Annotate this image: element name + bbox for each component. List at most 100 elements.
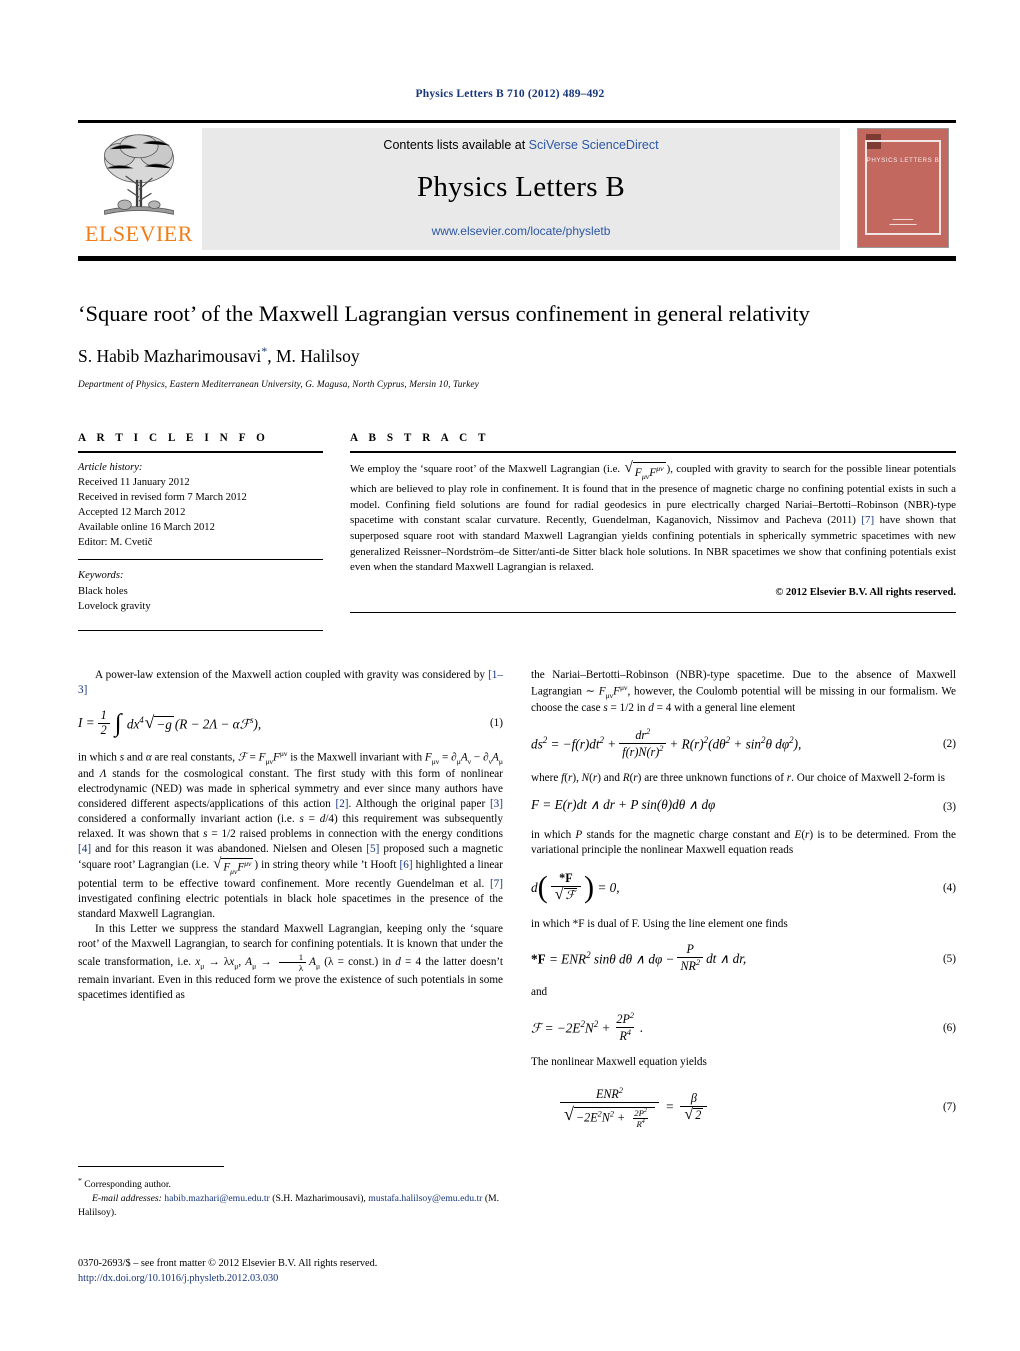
sciencedirect-link[interactable]: SciVerse ScienceDirect xyxy=(529,138,659,152)
equation-4-number: (4) xyxy=(942,881,956,894)
r2-seg-e: . Our choice of Maxwell 2-form is xyxy=(791,772,945,785)
equation-2-number: (2) xyxy=(942,737,956,750)
history-online: Available online 16 March 2012 xyxy=(78,522,215,534)
equation-3-number: (3) xyxy=(942,800,956,813)
paragraph-3: In this Letter we suppress the standard … xyxy=(78,923,504,1002)
history-received: Received 11 January 2012 xyxy=(78,477,190,489)
history-accepted: Accepted 12 March 2012 xyxy=(78,507,186,519)
masthead-top-rule xyxy=(78,120,956,123)
history-revised: Received in revised form 7 March 2012 xyxy=(78,492,247,504)
page-title: ‘Square root’ of the Maxwell Lagrangian … xyxy=(78,301,810,326)
journal-url-link[interactable]: www.elsevier.com/locate/physletb xyxy=(432,224,611,238)
p2-seg-b: and xyxy=(124,751,146,764)
info-rule-2 xyxy=(78,559,323,561)
body-column-right: the Nariai–Bertotti–Robinson (NBR)-type … xyxy=(531,668,956,1140)
equation-7: ENR2 √ −2E2N2 + 2P2 R4 = β √ 2 (7) xyxy=(531,1086,956,1129)
equation-1: I = 12 ∫ dx4 √ −g (R − 2Λ − αℱs), (1) xyxy=(78,707,503,737)
footnote-rule xyxy=(78,1166,224,1167)
contents-line: Contents lists available at SciVerse Sci… xyxy=(383,138,658,152)
paragraph-right-1: the Nariai–Bertotti–Robinson (NBR)-type … xyxy=(531,669,956,715)
doi-link[interactable]: http://dx.doi.org/10.1016/j.physletb.201… xyxy=(78,1271,578,1286)
cover-title: PHYSICS LETTERS B xyxy=(866,157,940,164)
p2-seg-e: and xyxy=(78,767,100,780)
equation-5: *F = ENR2 sinθ dθ ∧ dφ − P NR2 dt ∧ dr, (… xyxy=(531,942,956,974)
paragraph-right-6: The nonlinear Maxwell equation yields xyxy=(531,1056,707,1069)
equation-6: ℱ = −2E2N2 + 2P2 R4 . (6) xyxy=(531,1011,956,1044)
equation-7-number: (7) xyxy=(942,1101,956,1114)
p2-seg-g: . Although the original paper xyxy=(348,797,490,810)
r2-seg-a: where xyxy=(531,772,562,785)
elsevier-wordmark: ELSEVIER xyxy=(85,221,193,246)
email-addresses: E-mail addresses: habib.mazhari@emu.edu.… xyxy=(78,1192,503,1220)
r1-seg-c: in xyxy=(633,702,649,715)
equation-3: F = E(r)dt ∧ dr + P sin(θ)dθ ∧ dφ (3) xyxy=(531,796,956,813)
email-label: E-mail addresses: xyxy=(92,1193,162,1205)
history-label: Article history: xyxy=(78,462,143,473)
publisher-logo: ELSEVIER xyxy=(78,128,200,250)
imprint-line: 0370-2693/$ – see front matter © 2012 El… xyxy=(78,1258,378,1269)
paragraph-right-5: and xyxy=(531,986,548,999)
keywords-label: Keywords: xyxy=(78,570,124,582)
email-link-1[interactable]: habib.mazhari@emu.edu.tr xyxy=(164,1193,270,1204)
keyword-item: Lovelock gravity xyxy=(78,600,151,612)
abstract-rule-2 xyxy=(350,612,956,614)
email-link-2[interactable]: mustafa.halilsoy@emu.edu.tr xyxy=(368,1193,482,1204)
paragraph-intro: A power-law extension of the Maxwell act… xyxy=(78,668,503,698)
abstract-text: We employ the ‘square root’ of the Maxwe… xyxy=(350,460,956,576)
email-name-1: (S.H. Mazharimousavi), xyxy=(269,1193,366,1205)
paper-page: Physics Letters B 710 (2012) 489–492 ELS… xyxy=(0,0,1020,1351)
history-editor: Editor: M. Cvetič xyxy=(78,537,153,549)
article-info-heading: A R T I C L E I N F O xyxy=(78,432,269,444)
p2-seg-k: and for this reason it was abandoned. Ni… xyxy=(91,842,367,855)
ref-7[interactable]: [7] xyxy=(490,878,503,890)
affiliation: Department of Physics, Eastern Mediterra… xyxy=(78,379,479,390)
ref-4[interactable]: [4] xyxy=(78,843,91,855)
ref-6[interactable]: [6] xyxy=(400,859,413,871)
equation-6-number: (6) xyxy=(942,1021,956,1034)
r2-seg-d: are three unknown functions of xyxy=(641,772,787,785)
footnote-block: * Corresponding author. E-mail addresses… xyxy=(78,1166,503,1220)
abstract-inline-formula: √ FμνFμν xyxy=(624,459,666,481)
equation-1-number: (1) xyxy=(489,717,503,730)
journal-cover-thumbnail: PHYSICS LETTERS B ▬▬▬▬▬▬ ▬▬▬▬▬▬▬▬ xyxy=(850,128,956,250)
r2-seg-c: and xyxy=(600,772,623,785)
cover-footer: ▬▬▬▬▬▬ ▬▬▬▬▬▬▬▬ xyxy=(889,216,917,226)
paragraph-right-2: where f(r), N(r) and R(r) are three unkn… xyxy=(531,772,945,785)
author-primary: S. Habib Mazharimousavi xyxy=(78,345,262,366)
journal-title: Physics Letters B xyxy=(416,170,626,203)
info-rule-3 xyxy=(78,629,323,631)
author-secondary: , M. Halilsoy xyxy=(267,345,360,366)
p2-seg-c: are real constants, xyxy=(151,751,238,764)
contents-prefix: Contents lists available at xyxy=(383,138,529,152)
paragraph-right-3: in which P stands for the magnetic charg… xyxy=(531,828,956,856)
body-columns: A power-law extension of the Maxwell act… xyxy=(78,668,956,1140)
p2-seg-j: raised problems in connection with the e… xyxy=(235,827,503,840)
asterisk-icon: * xyxy=(78,1176,82,1185)
p3-seg-b: in xyxy=(378,956,396,969)
equation-5-number: (5) xyxy=(942,952,956,965)
p2-seg-m: ) in string theory while ’t Hooft xyxy=(254,858,400,871)
r3-seg-a: in which xyxy=(531,828,576,841)
p2-seg-o: investigated confining electric potentia… xyxy=(78,893,503,921)
intro-text: A power-law extension of the Maxwell act… xyxy=(95,669,489,681)
p2-seg-h: considered a conformally invariant actio… xyxy=(78,812,300,825)
ref-3[interactable]: [3] xyxy=(490,798,503,810)
r1-seg-d: with a general line element xyxy=(671,702,796,715)
title-block: ‘Square root’ of the Maxwell Lagrangian … xyxy=(78,300,956,390)
p2-seg-a: in which xyxy=(78,751,120,764)
corresponding-author-text: Corresponding author. xyxy=(84,1179,171,1191)
r3-seg-b: stands for the magnetic charge constant … xyxy=(582,828,795,841)
ref-5[interactable]: [5] xyxy=(366,843,379,855)
paragraph-right-4: in which *F is dual of F. Using the line… xyxy=(531,918,788,931)
info-rule-1 xyxy=(78,451,323,453)
body-column-left: A power-law extension of the Maxwell act… xyxy=(78,668,503,1140)
masthead-center: Contents lists available at SciVerse Sci… xyxy=(202,128,840,250)
info-abstract-block: A R T I C L E I N F O Article history: R… xyxy=(78,432,956,639)
abstract-ref-7[interactable]: [7] xyxy=(861,514,874,526)
p2-seg-d: is the Maxwell invariant with xyxy=(287,751,425,764)
ref-2[interactable]: [2] xyxy=(335,798,348,810)
author-list: S. Habib Mazharimousavi*, M. Halilsoy xyxy=(78,344,956,367)
journal-masthead: ELSEVIER Contents lists available at Sci… xyxy=(78,120,956,261)
abstract-column: A B S T R A C T We employ the ‘square ro… xyxy=(350,432,956,639)
abstract-part-1: We employ the ‘square root’ of the Maxwe… xyxy=(350,463,624,475)
